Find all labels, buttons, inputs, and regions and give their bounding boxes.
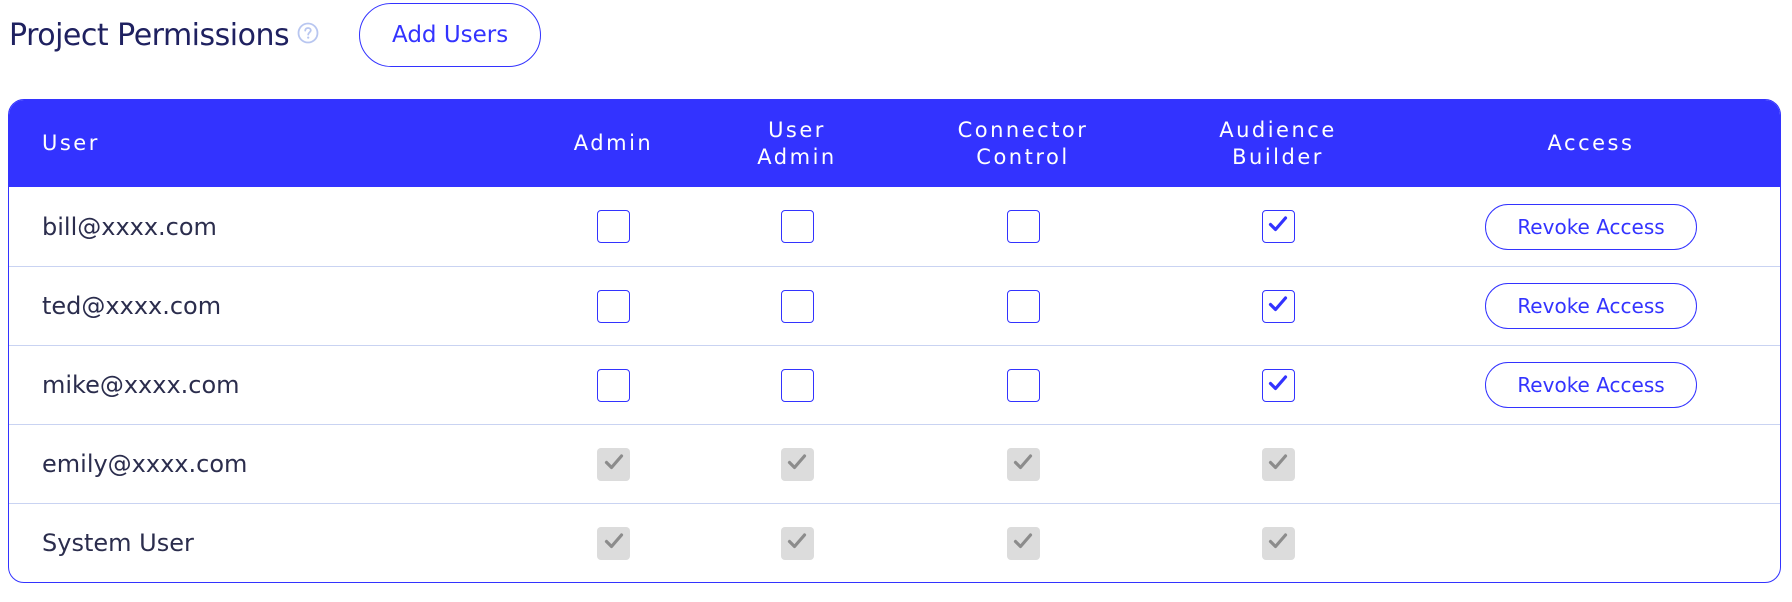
admin-checkbox[interactable] bbox=[597, 368, 630, 402]
add-users-button[interactable]: Add Users bbox=[359, 3, 542, 67]
user-email-cell: mike@xxxx.com bbox=[42, 371, 240, 399]
page-header: Project Permissions Add Users bbox=[9, 2, 542, 68]
access-cell bbox=[1406, 425, 1776, 503]
column-header-admin: Admin bbox=[573, 131, 654, 155]
admin-cell bbox=[529, 425, 698, 503]
connector-control-checkbox bbox=[1006, 526, 1040, 560]
user-admin-checkbox[interactable] bbox=[780, 210, 814, 243]
connector-control-checkbox[interactable] bbox=[1006, 289, 1040, 323]
user-admin-checkbox bbox=[780, 526, 814, 560]
audience-builder-checkbox[interactable] bbox=[1261, 289, 1295, 323]
admin-checkbox[interactable] bbox=[597, 210, 630, 243]
column-header-connector-control: Connector Control bbox=[957, 117, 1089, 169]
admin-checkbox bbox=[597, 447, 630, 481]
user-admin-checkbox bbox=[780, 447, 814, 481]
user-email-cell: bill@xxxx.com bbox=[42, 212, 217, 241]
connector-control-checkbox[interactable] bbox=[1006, 368, 1040, 402]
audience-builder-cell bbox=[1150, 267, 1406, 345]
user-admin-cell bbox=[698, 504, 896, 582]
checkmark-icon bbox=[1268, 215, 1288, 238]
table-row: emily@xxxx.com bbox=[9, 424, 1780, 503]
access-cell: Revoke Access bbox=[1406, 187, 1776, 266]
revoke-access-button[interactable]: Revoke Access bbox=[1485, 203, 1697, 250]
permissions-table: User Admin User Admin Connector Control … bbox=[8, 99, 1781, 583]
checkmark-icon bbox=[604, 532, 624, 555]
connector-control-cell bbox=[896, 346, 1150, 424]
checkmark-icon bbox=[787, 532, 807, 555]
checkmark-icon bbox=[1268, 295, 1288, 318]
user-admin-checkbox[interactable] bbox=[780, 289, 814, 323]
access-cell bbox=[1406, 504, 1776, 582]
user-admin-cell bbox=[698, 267, 896, 345]
table-row: ted@xxxx.com Revoke Access bbox=[9, 266, 1780, 345]
checkmark-icon bbox=[1013, 453, 1033, 476]
connector-control-checkbox[interactable] bbox=[1006, 210, 1040, 243]
column-header-user: User bbox=[42, 131, 100, 155]
connector-control-cell bbox=[896, 187, 1150, 266]
connector-control-cell bbox=[896, 504, 1150, 582]
user-email-cell: System User bbox=[42, 529, 194, 557]
column-header-access: Access bbox=[1547, 131, 1635, 155]
admin-cell bbox=[529, 267, 698, 345]
checkmark-icon bbox=[1013, 532, 1033, 555]
checkmark-icon bbox=[787, 453, 807, 476]
audience-builder-checkbox[interactable] bbox=[1261, 368, 1295, 402]
user-admin-cell bbox=[698, 425, 896, 503]
audience-builder-checkbox[interactable] bbox=[1261, 210, 1295, 243]
admin-checkbox[interactable] bbox=[597, 289, 630, 323]
checkmark-icon bbox=[604, 453, 624, 476]
checkmark-icon bbox=[1268, 374, 1288, 397]
user-email-cell: ted@xxxx.com bbox=[42, 292, 222, 320]
connector-control-checkbox bbox=[1006, 447, 1040, 481]
table-row: bill@xxxx.com Revoke Access bbox=[9, 187, 1780, 266]
connector-control-cell bbox=[896, 425, 1150, 503]
user-admin-cell bbox=[698, 346, 896, 424]
column-header-audience-builder: Audience Builder bbox=[1219, 117, 1337, 169]
audience-builder-checkbox bbox=[1261, 526, 1295, 560]
revoke-access-button[interactable]: Revoke Access bbox=[1485, 362, 1697, 408]
table-row: mike@xxxx.com Revoke Access bbox=[9, 345, 1780, 424]
revoke-access-button[interactable]: Revoke Access bbox=[1485, 283, 1697, 329]
admin-cell bbox=[529, 187, 698, 266]
table-body: bill@xxxx.com Revoke Access ted@xxxx.com Re… bbox=[9, 187, 1780, 582]
user-email-cell: emily@xxxx.com bbox=[42, 450, 248, 478]
admin-cell bbox=[529, 346, 698, 424]
question-circle-icon[interactable] bbox=[297, 22, 319, 44]
table-header: User Admin User Admin Connector Control … bbox=[9, 100, 1780, 187]
user-admin-cell bbox=[698, 187, 896, 266]
audience-builder-cell bbox=[1150, 425, 1406, 503]
audience-builder-cell bbox=[1150, 187, 1406, 266]
checkmark-icon bbox=[1268, 532, 1288, 555]
page-title: Project Permissions bbox=[9, 17, 290, 53]
admin-checkbox bbox=[597, 526, 630, 560]
audience-builder-checkbox bbox=[1261, 447, 1295, 481]
audience-builder-cell bbox=[1150, 346, 1406, 424]
audience-builder-cell bbox=[1150, 504, 1406, 582]
access-cell: Revoke Access bbox=[1406, 267, 1776, 345]
column-header-user-admin: User Admin bbox=[757, 117, 837, 169]
checkmark-icon bbox=[1268, 453, 1288, 476]
admin-cell bbox=[529, 504, 698, 582]
connector-control-cell bbox=[896, 267, 1150, 345]
user-admin-checkbox[interactable] bbox=[780, 368, 814, 402]
table-row: System User bbox=[9, 503, 1780, 582]
access-cell: Revoke Access bbox=[1406, 346, 1776, 424]
